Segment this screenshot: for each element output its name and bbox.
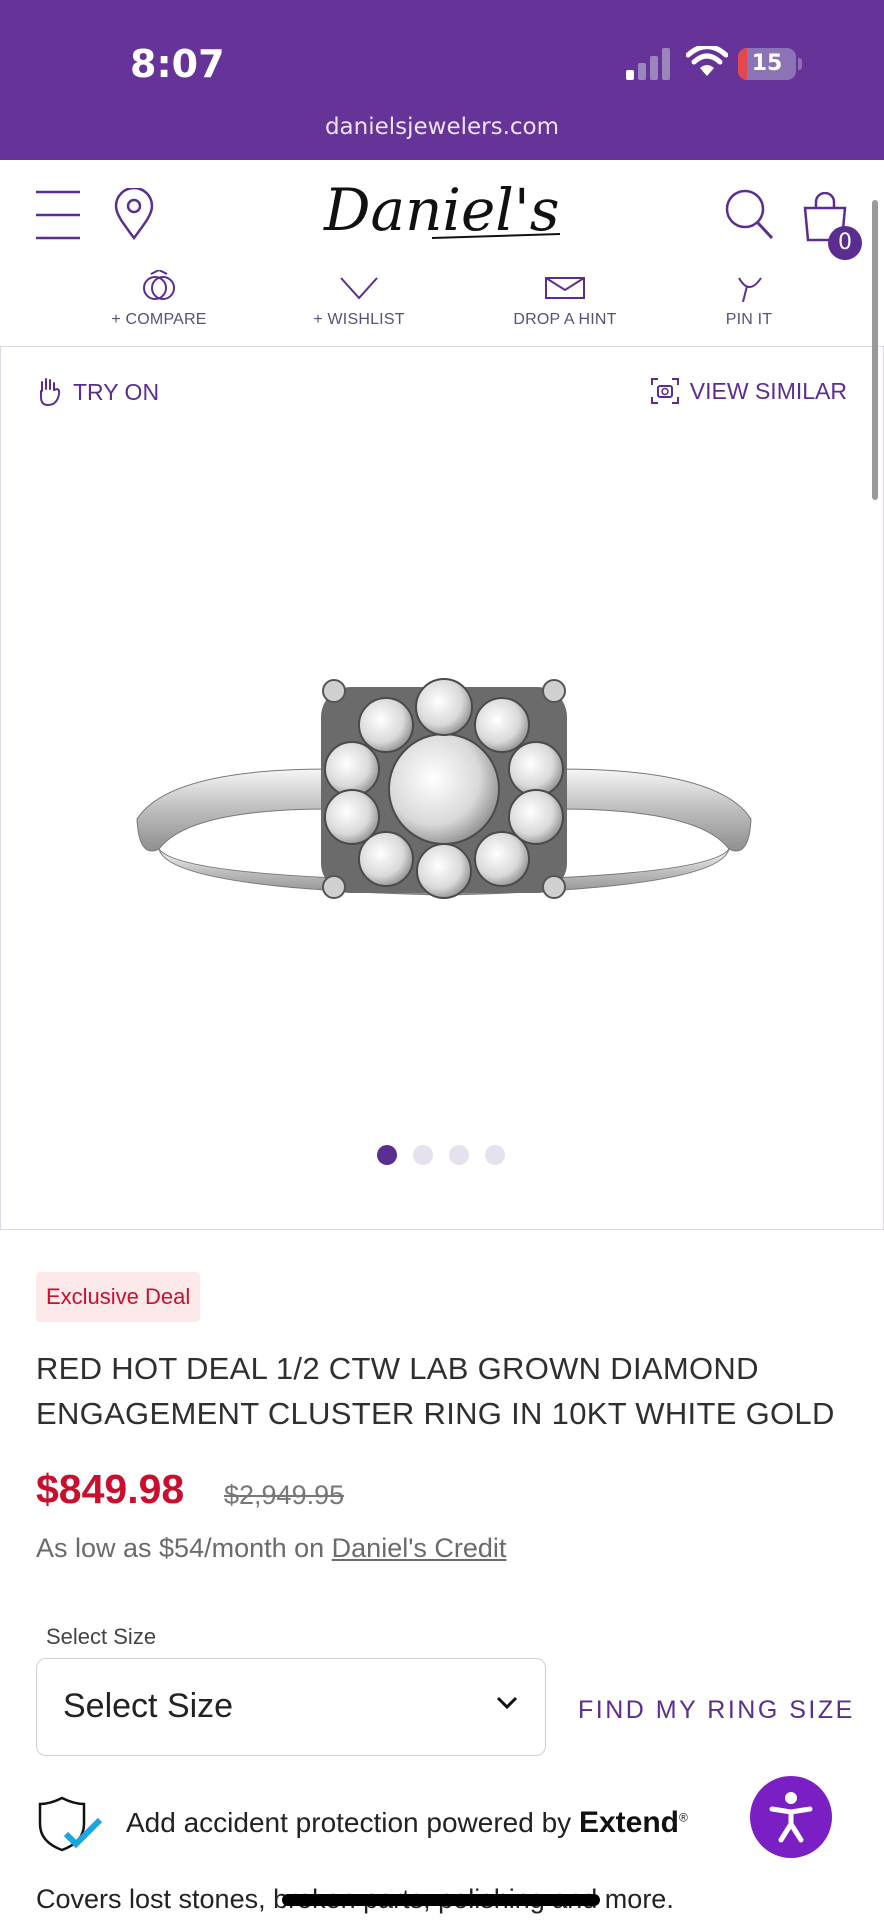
status-bar: 8:07 15 danielsjewelers.com xyxy=(0,0,884,160)
sale-price: $849.98 xyxy=(36,1466,185,1512)
wishlist-label: + WISHLIST xyxy=(313,311,405,328)
home-indicator[interactable] xyxy=(282,1894,600,1906)
scrollbar[interactable] xyxy=(872,200,878,500)
clock: 8:07 xyxy=(130,42,225,86)
pinterest-icon xyxy=(738,277,762,303)
carousel-dot[interactable] xyxy=(449,1145,469,1165)
credit-offer: As low as $54/month on Daniel's Credit xyxy=(36,1533,507,1563)
camera-scan-icon xyxy=(650,378,679,404)
try-on-button[interactable]: TRY ON xyxy=(37,377,159,407)
product-image[interactable] xyxy=(129,649,759,949)
battery-indicator: 15 xyxy=(738,48,796,80)
compare-button[interactable]: + COMPARE xyxy=(84,268,234,329)
search-icon[interactable] xyxy=(724,188,774,240)
pin-it-label: PIN IT xyxy=(725,311,773,328)
find-ring-size-link[interactable]: FIND MY RING SIZE xyxy=(578,1696,855,1725)
carousel-dot[interactable] xyxy=(413,1145,433,1165)
menu-icon[interactable] xyxy=(36,190,80,240)
compare-label: + COMPARE xyxy=(111,311,207,328)
hand-icon xyxy=(40,378,61,407)
view-similar-button[interactable]: VIEW SIMILAR xyxy=(650,377,847,405)
extend-logo: Extend xyxy=(578,1806,679,1839)
signal-icon xyxy=(626,48,670,80)
daniels-logo[interactable]: Daniel's xyxy=(320,174,564,253)
view-similar-label: VIEW SIMILAR xyxy=(689,377,847,404)
size-select[interactable]: Select Size xyxy=(36,1658,546,1756)
url-bar[interactable]: danielsjewelers.com xyxy=(0,114,884,140)
svg-text:Daniel's: Daniel's xyxy=(323,176,560,244)
wishlist-button[interactable]: + WISHLIST xyxy=(284,270,434,329)
carousel-dot[interactable] xyxy=(485,1145,505,1165)
heart-icon xyxy=(340,277,378,300)
shield-check-icon xyxy=(38,1796,103,1852)
pin-it-button[interactable]: PIN IT xyxy=(674,270,824,329)
carousel-dot[interactable] xyxy=(377,1145,397,1165)
product-gallery[interactable]: TRY ON VIEW SIMILAR xyxy=(0,346,884,1230)
cart-count-badge: 0 xyxy=(828,226,862,260)
daniels-credit-link[interactable]: Daniel's Credit xyxy=(332,1533,507,1563)
drop-hint-label: DROP A HINT xyxy=(513,311,617,328)
original-price: $2,949.95 xyxy=(224,1480,345,1510)
store-locator-icon[interactable] xyxy=(114,188,154,240)
accessibility-icon xyxy=(769,1792,813,1843)
protection-text: Add accident protection powered by xyxy=(126,1807,579,1838)
try-on-label: TRY ON xyxy=(73,378,160,405)
drop-hint-button[interactable]: DROP A HINT xyxy=(490,270,640,329)
carousel-dots[interactable] xyxy=(377,1145,505,1165)
size-label: Select Size xyxy=(46,1624,157,1649)
compare-icon xyxy=(143,268,175,300)
exclusive-deal-badge: Exclusive Deal xyxy=(36,1272,201,1322)
product-actions: + COMPARE + WISHLIST DROP A HINT PIN IT xyxy=(0,268,884,346)
wifi-icon xyxy=(686,46,728,76)
product-title: RED HOT DEAL 1/2 CTW LAB GROWN DIAMOND E… xyxy=(36,1351,835,1431)
accessibility-button[interactable] xyxy=(750,1776,832,1858)
size-select-value: Select Size xyxy=(63,1687,234,1725)
chevron-down-icon xyxy=(496,1696,518,1710)
envelope-icon xyxy=(545,277,585,299)
